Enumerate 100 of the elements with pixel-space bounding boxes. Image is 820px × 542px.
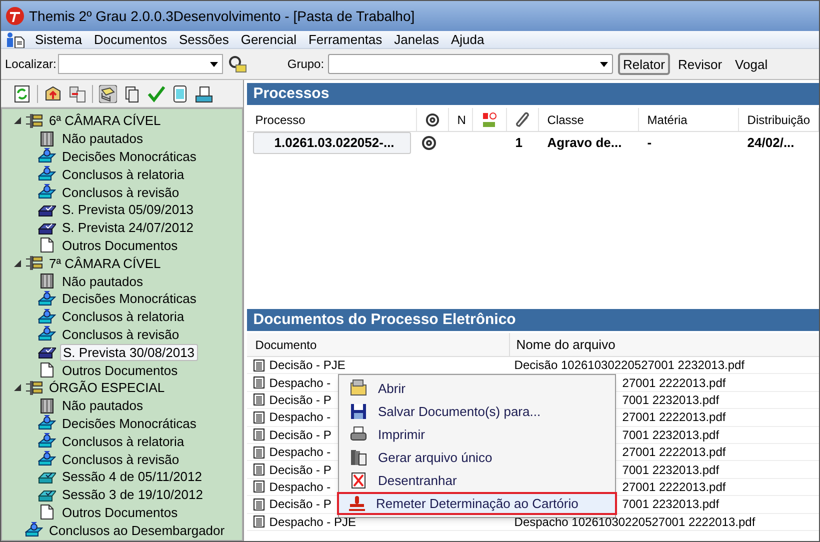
column-header[interactable]: Processo — [255, 110, 306, 128]
refresh-icon[interactable] — [13, 84, 31, 102]
tree-item[interactable]: Conclusos à relatoria — [60, 309, 186, 324]
menu-item[interactable]: Documentos — [88, 30, 173, 50]
document-icon — [253, 376, 266, 390]
tree-item[interactable]: Não pautados — [60, 398, 145, 414]
group-dropdown[interactable] — [328, 54, 614, 74]
table-cell-text: Decisão - P — [269, 392, 332, 409]
box-arrow-icon[interactable] — [44, 84, 62, 102]
tree-item[interactable]: Decisões Monocráticas — [60, 291, 198, 306]
tree-item[interactable]: Decisões Monocráticas — [60, 416, 198, 431]
tray-document-icon[interactable] — [195, 84, 213, 102]
table-cell-text: Decisão - PJE — [269, 357, 346, 374]
column-header[interactable]: Matéria — [647, 110, 688, 128]
tree-item[interactable]: Outros Documentos — [60, 238, 180, 253]
tree-item[interactable]: S. Prevista 05/09/2013 — [60, 202, 196, 218]
list-icon — [38, 273, 56, 290]
folder-icon — [349, 379, 368, 398]
table-cell-text: Despacho - — [269, 444, 331, 462]
search-field[interactable] — [58, 54, 224, 74]
document-transfer-icon[interactable] — [68, 84, 86, 102]
document-icon — [253, 358, 266, 372]
tree-item[interactable]: Conclusos à revisão — [60, 452, 182, 467]
group-icon — [25, 380, 43, 396]
document-icon — [253, 428, 266, 442]
copy-icon[interactable] — [123, 84, 141, 102]
table-cell[interactable]: 1.0261.03.022052-... — [253, 132, 412, 154]
user-document-icon[interactable] — [5, 32, 25, 48]
table-cell-text: Decisão - P — [269, 496, 332, 514]
menu-item[interactable]: Desentranhar — [339, 469, 615, 492]
column-header[interactable]: Classe — [547, 110, 584, 128]
tree-item[interactable]: Conclusos à relatoria — [60, 166, 186, 182]
table-cell-text: Decisão - P — [269, 426, 332, 444]
menu-item[interactable]: Imprimir — [339, 423, 615, 446]
document-icon — [253, 515, 266, 528]
menu-item[interactable]: Gerencial — [234, 30, 302, 50]
column-header[interactable]: Nome do arquivo — [516, 334, 616, 354]
tree-item[interactable]: Sessão 3 de 19/10/2012 — [60, 487, 205, 502]
role-button[interactable]: Vogal — [730, 53, 773, 75]
table-cell-text: Despacho - — [269, 409, 331, 426]
table-cell: Decisão 10261030220527001 2232013.pdf — [514, 358, 745, 372]
role-button[interactable]: Revisor — [672, 53, 728, 75]
checkmark-icon[interactable] — [147, 84, 165, 102]
tree-item[interactable]: 6ª CÂMARA CÍVEL — [47, 113, 163, 128]
stacked-folder-icon — [38, 415, 56, 432]
tree-item[interactable]: Outros Documentos — [60, 504, 180, 520]
stacked-folder-icon — [38, 308, 56, 325]
menu-item[interactable]: Abrir — [339, 377, 615, 400]
stacked-folder-icon — [38, 184, 56, 200]
menu-item[interactable]: Sessões — [172, 30, 235, 50]
panel-header: Processos — [247, 83, 819, 105]
menu-item[interactable]: Janelas — [388, 30, 445, 50]
tree-item[interactable]: Outros Documentos — [60, 362, 180, 378]
menu-item[interactable]: Ferramentas — [302, 30, 388, 50]
field-label: Grupo: — [287, 56, 324, 73]
document-icon — [253, 410, 266, 424]
document-icon — [253, 393, 266, 406]
search-icon[interactable] — [227, 54, 248, 74]
stacked-folder-icon — [38, 148, 56, 164]
tree-item[interactable]: Conclusos à revisão — [60, 326, 182, 342]
list-icon — [38, 130, 56, 147]
menu-item[interactable]: Remeter Determinação ao Cartório — [337, 492, 617, 515]
table-cell: 7001 2232013.pdf — [622, 392, 720, 407]
menu-item[interactable]: Sistema — [29, 30, 88, 50]
column-header[interactable]: N — [457, 110, 466, 128]
tree-item[interactable]: S. Prevista 24/07/2012 — [60, 220, 196, 236]
list-icon — [38, 398, 56, 414]
stacked-folder-icon — [38, 326, 56, 342]
tree-item[interactable]: S. Prevista 30/08/2013 — [60, 344, 198, 361]
table-cell-text: Decisão - P — [269, 462, 332, 479]
tree-item[interactable]: ÓRGÃO ESPECIAL — [47, 380, 167, 396]
tree-item[interactable]: Não pautados — [60, 131, 145, 146]
document-icon — [253, 463, 266, 476]
tree-item[interactable]: Conclusos ao Desembargador — [47, 522, 227, 538]
paperclip-icon[interactable] — [515, 112, 530, 128]
expand-arrow-icon[interactable] — [14, 117, 21, 124]
menu-item[interactable]: Gerar arquivo único — [339, 446, 615, 469]
tree-item[interactable]: Conclusos à relatoria — [60, 434, 186, 449]
column-header[interactable]: Documento — [255, 336, 317, 354]
menu-item[interactable]: Ajuda — [444, 30, 490, 50]
tree-item[interactable]: Decisões Monocráticas — [60, 148, 198, 164]
expand-arrow-icon[interactable] — [14, 384, 21, 392]
menu-item[interactable]: Salvar Documento(s) para... — [339, 400, 615, 423]
expand-arrow-icon[interactable] — [14, 260, 21, 267]
dropdown-arrow-icon — [210, 62, 218, 66]
table-cell: 7001 2232013.pdf — [622, 497, 720, 512]
table-cell: Agravo de... — [547, 135, 622, 150]
field-label: Localizar: — [5, 56, 56, 73]
tree-item[interactable]: Não pautados — [60, 274, 145, 289]
tree-item[interactable]: Sessão 4 de 05/11/2012 — [60, 469, 204, 484]
stacked-folder-icon — [38, 166, 56, 182]
stacked-folder-icon — [25, 522, 43, 538]
tree-item[interactable]: 7ª CÂMARA CÍVEL — [47, 256, 163, 271]
table-cell: 24/02/... — [747, 135, 794, 150]
table-cell: 27001 2222013.pdf — [622, 480, 726, 494]
table-cell-text: Despacho - PJE — [269, 514, 356, 531]
notepad-icon[interactable] — [171, 84, 189, 102]
role-button[interactable]: Relator — [618, 53, 670, 75]
column-header[interactable]: Distribuição — [747, 110, 810, 128]
tree-item[interactable]: Conclusos à revisão — [60, 184, 182, 200]
